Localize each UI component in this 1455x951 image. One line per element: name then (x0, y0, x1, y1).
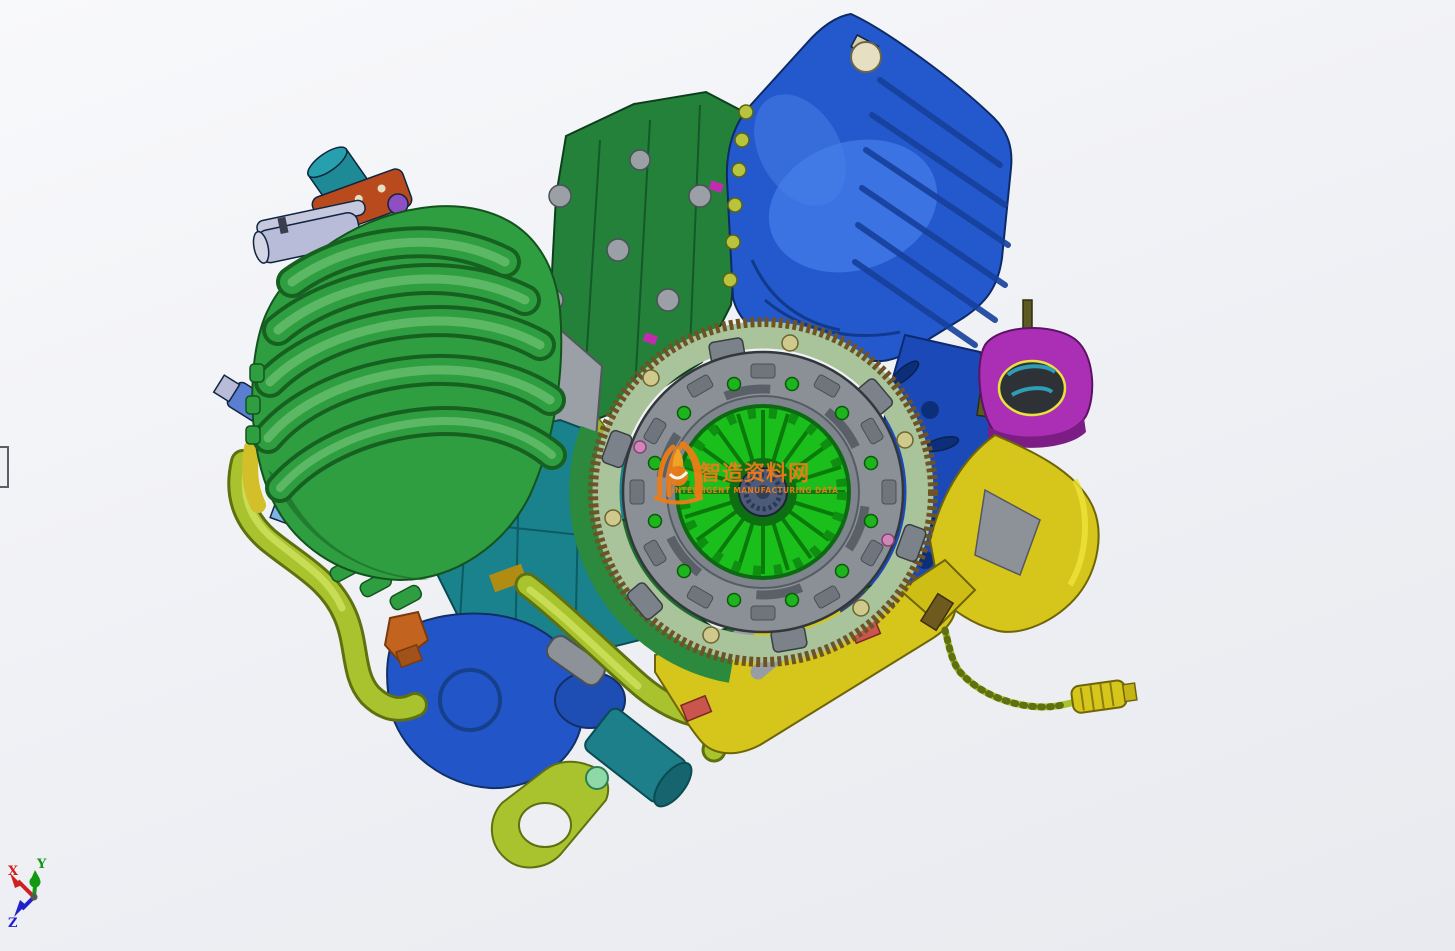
orientation-triad: X Y Z (8, 857, 47, 931)
oil-pan[interactable] (723, 14, 1011, 361)
x-axis-label: X (8, 864, 19, 879)
watermark-subtitle: INTELLIGENT MANUFACTURING DATA (672, 486, 839, 495)
cad-canvas: 智造资料网 INTELLIGENT MANUFACTURING DATA X Y… (0, 0, 1455, 951)
clipped-side-panel[interactable] (0, 447, 8, 487)
y-axis-label: Y (36, 857, 47, 872)
o2-connector[interactable] (1070, 678, 1137, 714)
3d-viewport[interactable]: 智造资料网 INTELLIGENT MANUFACTURING DATA X Y… (0, 0, 1455, 951)
z-axis-label: Z (8, 916, 18, 931)
watermark-title: 智造资料网 (700, 461, 810, 485)
hook-hole (519, 803, 571, 847)
injector-hose[interactable] (250, 448, 258, 505)
